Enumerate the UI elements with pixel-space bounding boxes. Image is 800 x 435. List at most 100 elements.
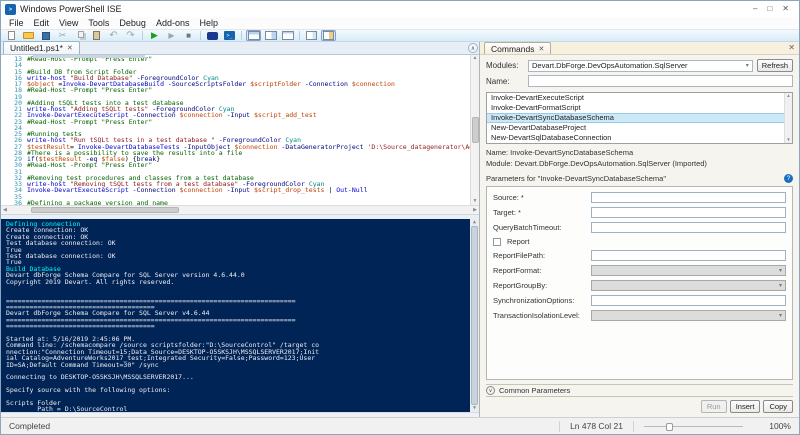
param-reportformat-select[interactable]: ▾ bbox=[591, 265, 786, 276]
zoom-slider-thumb[interactable] bbox=[666, 423, 673, 431]
command-list-item[interactable]: Invoke-DevartFormatScript bbox=[487, 103, 792, 113]
param-row: ReportGroupBy:▾ bbox=[493, 280, 786, 291]
redo-icon[interactable]: ↷ bbox=[123, 30, 138, 41]
scroll-left-icon[interactable]: ◀ bbox=[3, 207, 7, 213]
console-pane[interactable]: Defining connectionCreate connection: OK… bbox=[1, 219, 479, 412]
param-reportgroupby-select[interactable]: ▾ bbox=[591, 280, 786, 291]
cut-icon[interactable]: ✂ bbox=[55, 30, 70, 41]
show-command-addon-icon[interactable] bbox=[321, 30, 336, 41]
commands-tab-close-icon[interactable]: ✕ bbox=[538, 45, 544, 53]
console-vertical-scrollbar[interactable]: ▲▼ bbox=[470, 219, 479, 412]
common-parameters-label: Common Parameters bbox=[499, 386, 570, 395]
paste-icon[interactable] bbox=[89, 30, 104, 41]
modules-select[interactable]: Devart.DbForge.DevOpsAutomation.SqlServe… bbox=[528, 60, 753, 72]
new-script-icon[interactable] bbox=[4, 30, 19, 41]
undo-icon[interactable]: ↶ bbox=[106, 30, 121, 41]
scroll-up-icon[interactable]: ▲ bbox=[473, 56, 478, 61]
param-source-input[interactable] bbox=[591, 192, 786, 203]
scroll-up-icon[interactable]: ▲ bbox=[473, 220, 476, 225]
chevron-down-icon: ▾ bbox=[779, 282, 782, 289]
editor-horizontal-scrollbar[interactable]: ◀ ▶ bbox=[1, 205, 479, 214]
command-list[interactable]: Invoke-DevartExecuteScriptInvoke-DevartF… bbox=[486, 92, 793, 144]
scroll-right-icon[interactable]: ▶ bbox=[473, 207, 477, 213]
param-reportfilepath-input[interactable] bbox=[591, 250, 786, 261]
param-transactionisolationlevel-select[interactable]: ▾ bbox=[591, 310, 786, 321]
scroll-down-icon[interactable]: ▼ bbox=[786, 138, 790, 143]
maximize-button[interactable]: □ bbox=[767, 5, 772, 13]
powershell-logo-icon: > bbox=[5, 4, 16, 15]
stop-operation-icon[interactable]: ■ bbox=[181, 30, 196, 41]
script-tab-label: Untitled1.ps1* bbox=[10, 43, 63, 53]
editor-vscroll-thumb[interactable] bbox=[472, 117, 479, 143]
run-script-icon[interactable]: ▶ bbox=[147, 30, 162, 41]
scroll-down-icon[interactable]: ▼ bbox=[473, 199, 478, 204]
command-list-item[interactable]: New-DevartDatabaseProject bbox=[487, 123, 792, 133]
selected-command-name: Name: Invoke-DevartSyncDatabaseSchema bbox=[486, 148, 793, 157]
command-list-item[interactable]: Invoke-DevartSyncDatabaseSchema bbox=[487, 113, 792, 123]
param-target-input[interactable] bbox=[591, 207, 786, 218]
run-selection-icon[interactable]: ▶ bbox=[164, 30, 179, 41]
menu-view[interactable]: View bbox=[54, 18, 83, 28]
name-filter-input[interactable] bbox=[528, 75, 793, 87]
run-button: Run bbox=[701, 400, 727, 413]
chevron-down-icon: ▾ bbox=[746, 62, 749, 69]
scroll-up-icon[interactable]: ▲ bbox=[786, 94, 790, 99]
show-script-pane-top-icon[interactable] bbox=[246, 30, 261, 41]
console-vscroll-thumb[interactable] bbox=[471, 226, 478, 405]
minimize-button[interactable]: – bbox=[753, 5, 757, 13]
start-powershell-icon[interactable]: >_ bbox=[222, 30, 237, 41]
toolbar-separator bbox=[142, 31, 143, 40]
script-code: #Read-Host -Prompt "Press Enter"#Build D… bbox=[27, 55, 470, 205]
param-row: SynchronizationOptions: bbox=[493, 295, 786, 306]
addon-tab-row: Commands ✕ ✕ bbox=[480, 42, 799, 55]
scroll-down-icon[interactable]: ▼ bbox=[473, 406, 476, 411]
script-editor[interactable]: 1314151617181920212223242526272829303132… bbox=[1, 55, 479, 205]
refresh-button[interactable]: Refresh bbox=[757, 59, 793, 72]
toolbar: ✂↶↷▶▶■>_ bbox=[1, 30, 799, 42]
save-icon[interactable] bbox=[38, 30, 53, 41]
commands-body: Modules: Devart.DbForge.DevOpsAutomation… bbox=[480, 55, 799, 417]
new-powershell-tab-icon[interactable] bbox=[304, 30, 319, 41]
collapse-script-pane-button[interactable]: ∧ bbox=[468, 43, 478, 53]
commands-addon-panel: Commands ✕ ✕ Modules: Devart.DbForge.Dev… bbox=[480, 42, 799, 417]
command-list-scrollbar[interactable]: ▲▼ bbox=[784, 93, 792, 143]
menu-add-ons[interactable]: Add-ons bbox=[151, 18, 195, 28]
editor-hscroll-thumb[interactable] bbox=[31, 207, 179, 213]
command-list-item[interactable]: Invoke-DevartExecuteScript bbox=[487, 93, 792, 103]
menu-help[interactable]: Help bbox=[194, 18, 223, 28]
modules-select-value: Devart.DbForge.DevOpsAutomation.SqlServe… bbox=[532, 61, 687, 70]
common-parameters-expander[interactable]: ∨ Common Parameters bbox=[486, 384, 793, 397]
zoom-slider-track bbox=[644, 426, 743, 427]
left-pane: Untitled1.ps1* ✕ ∧ 131415161718192021222… bbox=[1, 42, 480, 417]
param-synchronizationoptions-input[interactable] bbox=[591, 295, 786, 306]
insert-button[interactable]: Insert bbox=[730, 400, 761, 413]
name-label: Name: bbox=[486, 77, 524, 86]
commands-tab[interactable]: Commands ✕ bbox=[484, 42, 551, 54]
copy-button[interactable]: Copy bbox=[763, 400, 793, 413]
open-script-icon[interactable] bbox=[21, 30, 36, 41]
new-remote-powershell-tab-icon[interactable] bbox=[205, 30, 220, 41]
script-tab-row: Untitled1.ps1* ✕ ∧ bbox=[1, 42, 479, 55]
selected-command-module: Module: Devart.DbForge.DevOpsAutomation.… bbox=[486, 159, 793, 168]
param-report-checkbox[interactable] bbox=[493, 238, 501, 246]
show-script-pane-right-icon[interactable] bbox=[263, 30, 278, 41]
title-bar: > Windows PowerShell ISE – □ ✕ bbox=[1, 1, 799, 17]
close-button[interactable]: ✕ bbox=[782, 5, 789, 13]
command-list-item[interactable]: New-DevartSqlDatabaseConnection bbox=[487, 133, 792, 143]
param-row: TransactionIsolationLevel:▾ bbox=[493, 310, 786, 321]
menu-tools[interactable]: Tools bbox=[83, 18, 114, 28]
powershell-ise-window: > Windows PowerShell ISE – □ ✕ FileEditV… bbox=[0, 0, 800, 435]
script-tab-close-icon[interactable]: ✕ bbox=[67, 44, 73, 52]
addon-panel-close-icon[interactable]: ✕ bbox=[788, 43, 795, 52]
script-tab[interactable]: Untitled1.ps1* ✕ bbox=[3, 41, 80, 54]
editor-vertical-scrollbar[interactable]: ▲ ▼ bbox=[470, 55, 479, 205]
param-querybatchtimeout-input[interactable] bbox=[591, 222, 786, 233]
menu-debug[interactable]: Debug bbox=[114, 18, 151, 28]
copy-icon[interactable] bbox=[72, 30, 87, 41]
show-script-pane-maximized-icon[interactable] bbox=[280, 30, 295, 41]
zoom-slider[interactable] bbox=[633, 421, 753, 432]
menu-edit[interactable]: Edit bbox=[29, 18, 55, 28]
help-icon[interactable]: ? bbox=[784, 174, 793, 183]
menu-file[interactable]: File bbox=[4, 18, 29, 28]
line-number-gutter: 1314151617181920212223242526272829303132… bbox=[1, 55, 27, 205]
